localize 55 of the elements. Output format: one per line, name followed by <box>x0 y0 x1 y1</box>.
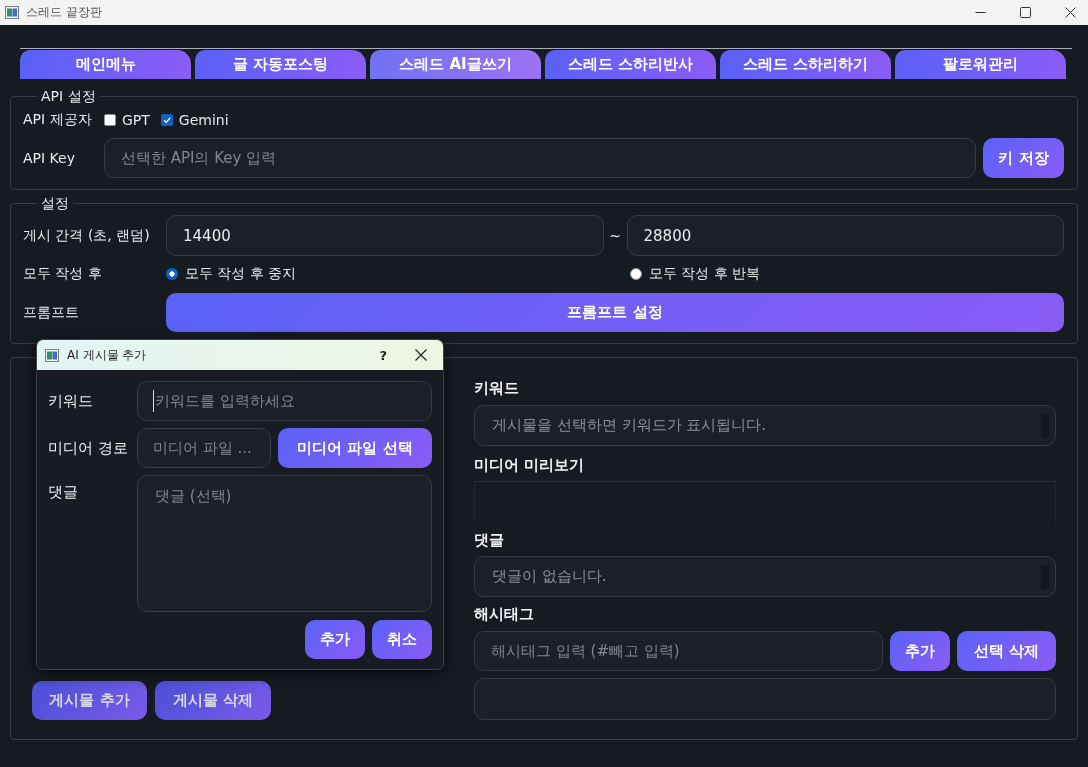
radio-button[interactable] <box>166 268 178 280</box>
prompt-label: 프롬프트 <box>23 303 80 322</box>
hashtag-button[interactable]: 추가 <box>890 631 950 671</box>
api-key-field[interactable]: 선택한 API의 Key 입력 <box>104 138 976 178</box>
media-select-button[interactable]: 미디어 파일 선택 <box>278 428 432 468</box>
tab[interactable]: 스레드 스하리하기 <box>720 50 891 79</box>
comment-label: 댓글 <box>48 482 78 502</box>
hashtag-button[interactable]: 선택 삭제 <box>957 631 1056 671</box>
api-key-label: API Key <box>23 150 76 166</box>
radio-label[interactable]: 모두 작성 후 중지 <box>185 265 297 283</box>
checkbox-label[interactable]: GPT <box>122 112 150 128</box>
group-title: 설정 <box>40 195 70 211</box>
provider-label: API 제공자 <box>23 111 93 129</box>
keyword-label: 키워드 <box>48 391 93 411</box>
tab[interactable]: 메인메뉴 <box>20 50 191 79</box>
tab[interactable]: 스레드 스하리반사 <box>545 50 716 79</box>
hashtag-label: 해시태그 <box>474 604 534 624</box>
app-icon <box>5 6 19 19</box>
help-button[interactable]: ? <box>375 347 391 363</box>
comment-label: 댓글 <box>474 530 504 550</box>
range-separator: ~ <box>608 227 622 244</box>
checkbox[interactable] <box>160 114 173 126</box>
media-preview-label: 미디어 미리보기 <box>474 455 585 475</box>
after-label: 모두 작성 후 <box>23 265 103 283</box>
tab[interactable]: 글 자동포스팅 <box>195 50 366 79</box>
interval-min-field[interactable]: 14400 <box>166 215 604 256</box>
interval-max-field[interactable]: 28800 <box>626 215 1064 256</box>
comment-field[interactable]: 댓글 (선택) <box>137 475 432 612</box>
dialog-title: AI 게시물 추가 <box>67 346 147 364</box>
post-button[interactable]: 게시물 삭제 <box>155 681 271 720</box>
media-path-label: 미디어 경로 <box>48 438 128 458</box>
dialog-button[interactable]: 추가 <box>305 620 365 659</box>
save-key-button[interactable]: 키 저장 <box>983 138 1064 178</box>
prompt-settings-button[interactable]: 프롬프트 설정 <box>166 293 1064 332</box>
keyword-label: 키워드 <box>474 378 519 398</box>
keyword-field[interactable]: 게시물을 선택하면 키워드가 표시됩니다. <box>474 405 1056 446</box>
close-icon[interactable] <box>1065 7 1076 18</box>
hashtag-field[interactable]: 해시태그 입력 (#빼고 입력) <box>474 631 883 671</box>
radio-label[interactable]: 모두 작성 후 반복 <box>649 265 761 283</box>
checkbox[interactable] <box>104 114 116 126</box>
tab[interactable]: 스레드 AI글쓰기 <box>370 50 541 79</box>
window-title: 스레드 끝장판 <box>26 4 102 21</box>
tab[interactable]: 팔로워관리 <box>895 50 1066 79</box>
dialog-icon <box>45 348 59 362</box>
radio-button[interactable] <box>630 268 642 280</box>
post-button[interactable]: 게시물 추가 <box>32 681 147 720</box>
comment-field[interactable]: 댓글이 없습니다. <box>474 556 1056 597</box>
interval-label: 게시 간격 (초, 랜덤) <box>23 226 151 245</box>
close-icon[interactable] <box>415 349 427 361</box>
dialog-button[interactable]: 취소 <box>372 620 432 659</box>
keyword-field[interactable]: 키워드를 입력하세요 <box>137 381 432 421</box>
checkbox-label[interactable]: Gemini <box>178 112 229 128</box>
group-title: API 설정 <box>40 88 97 104</box>
maximize-icon[interactable] <box>1020 7 1031 18</box>
media-path-field[interactable]: 미디어 파일 ... <box>137 428 271 468</box>
